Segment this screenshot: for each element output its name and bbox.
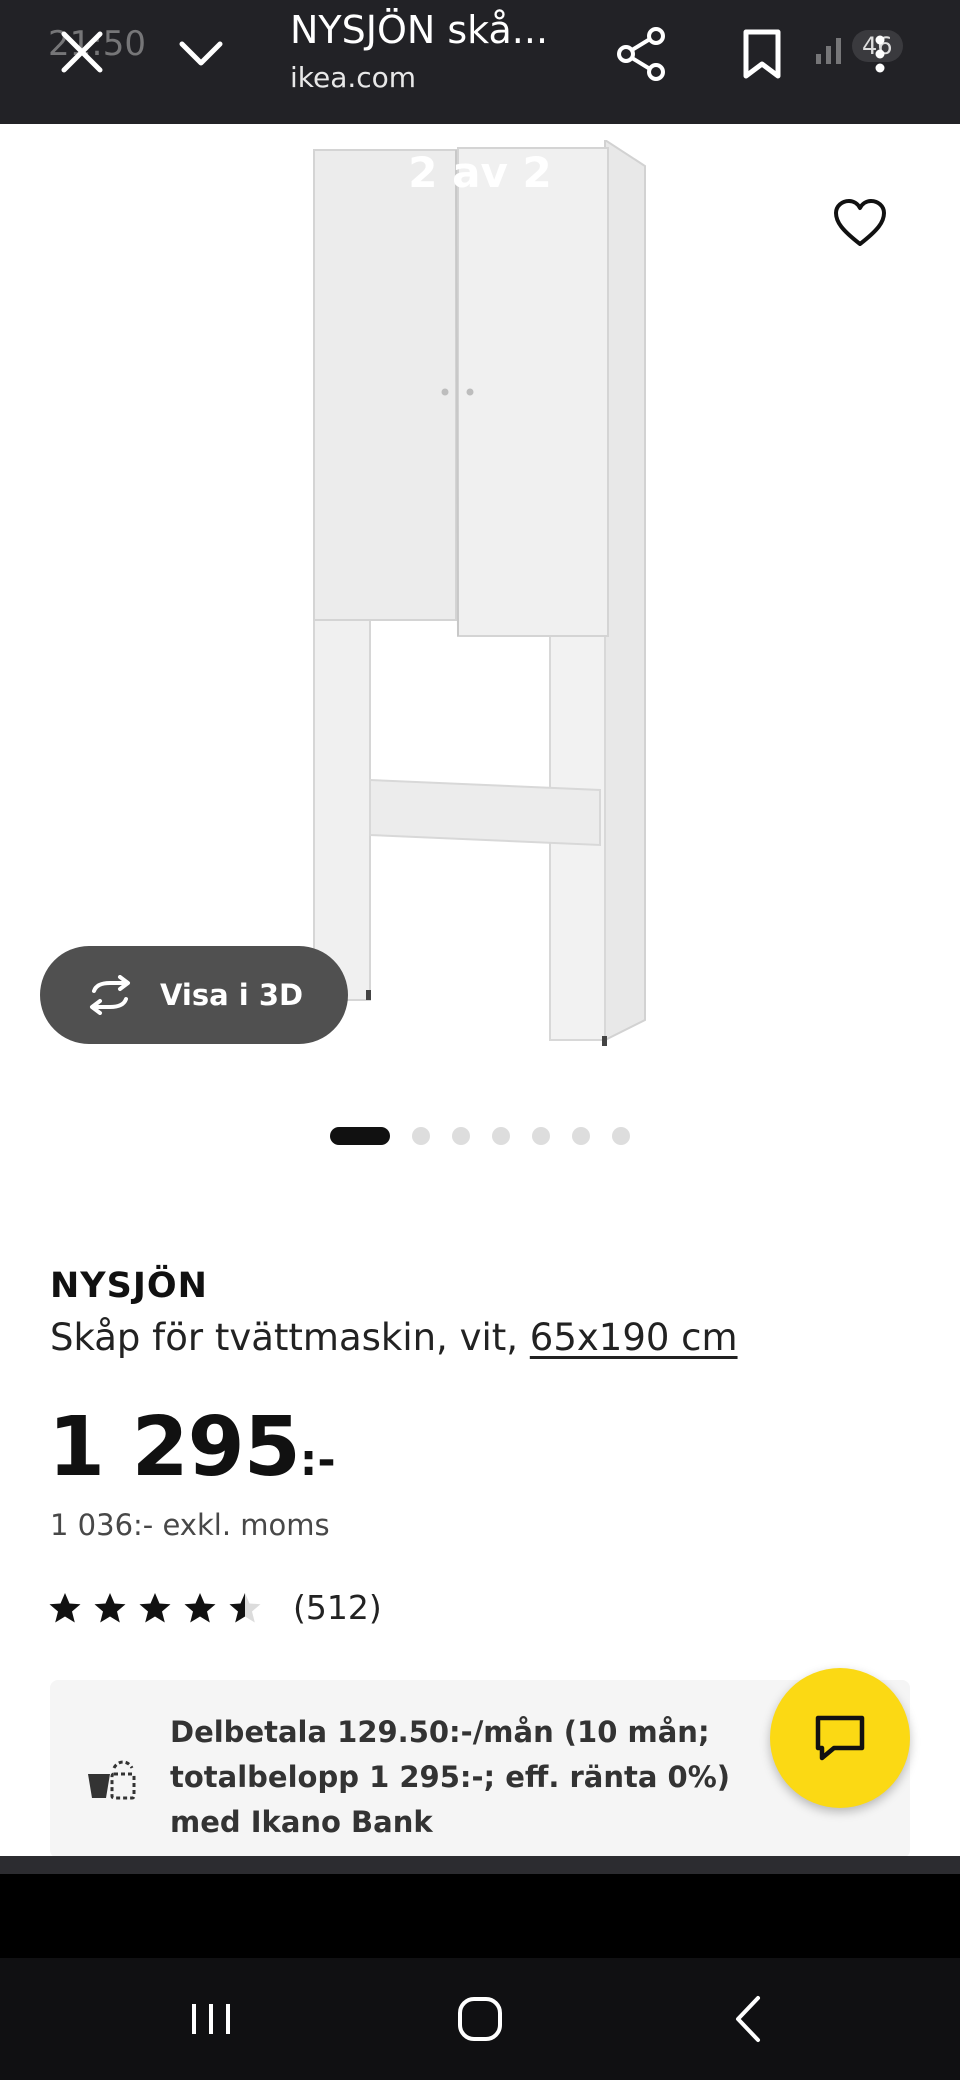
recent-apps-icon[interactable] [176, 1988, 246, 2050]
system-nav-bar [0, 1958, 960, 2080]
page-title-block[interactable]: NYSJÖN skå... ikea.com [290, 4, 590, 98]
close-icon[interactable] [56, 26, 108, 78]
installment-text: Delbetala 129.50:-/mån (10 mån; totalbel… [170, 1715, 731, 1839]
pagination-dot[interactable] [572, 1127, 590, 1145]
rotate-3d-icon [90, 975, 130, 1015]
review-count: (512) [293, 1588, 382, 1627]
more-menu-icon[interactable] [868, 24, 892, 84]
product-name: NYSJÖN [50, 1266, 208, 1306]
product-image [313, 140, 646, 1046]
chevron-down-icon[interactable] [176, 28, 226, 78]
pagination-dot[interactable] [412, 1127, 430, 1145]
product-size-link[interactable]: 65x190 cm [530, 1316, 738, 1359]
blank-band [0, 1874, 960, 1958]
image-counter: 2 av 2 [408, 148, 552, 197]
half-star-icon [229, 1592, 261, 1622]
price-suffix: :- [299, 1435, 336, 1486]
back-icon[interactable] [714, 1988, 784, 2050]
product-description-text: Skåp för tvättmaskin, vit, [50, 1316, 530, 1359]
view-3d-label: Visa i 3D [160, 978, 304, 1012]
share-icon[interactable] [614, 26, 670, 82]
price-excl-vat: 1 036:- exkl. moms [50, 1508, 330, 1542]
product-price: 1 295:- [48, 1400, 336, 1495]
heart-icon[interactable] [832, 196, 888, 252]
browser-top-bar: 21:50 NYSJÖN skå... ikea.com 46 [0, 0, 960, 124]
star-icon [184, 1592, 216, 1622]
page-title: NYSJÖN skå... [290, 8, 549, 52]
pagination-dot[interactable] [452, 1127, 470, 1145]
home-icon[interactable] [445, 1988, 515, 2050]
pagination-dot[interactable] [492, 1127, 510, 1145]
product-description: Skåp för tvättmaskin, vit, 65x190 cm [50, 1316, 738, 1359]
star-icon [49, 1592, 81, 1622]
page-bottom-strip [0, 1856, 960, 1874]
product-rating[interactable]: (512) [48, 1588, 382, 1627]
view-3d-button[interactable]: Visa i 3D [40, 946, 348, 1044]
pagination-dot[interactable] [532, 1127, 550, 1145]
star-icon [139, 1592, 171, 1622]
gallery-pagination [330, 1126, 652, 1146]
pagination-dot[interactable] [612, 1127, 630, 1145]
chat-icon [815, 1715, 865, 1761]
star-icon [94, 1592, 126, 1622]
pagination-dot[interactable] [330, 1127, 390, 1145]
payment-icon [88, 1760, 136, 1800]
price-value: 1 295 [48, 1400, 301, 1495]
page-url: ikea.com [290, 61, 417, 94]
chat-button[interactable] [770, 1668, 910, 1808]
